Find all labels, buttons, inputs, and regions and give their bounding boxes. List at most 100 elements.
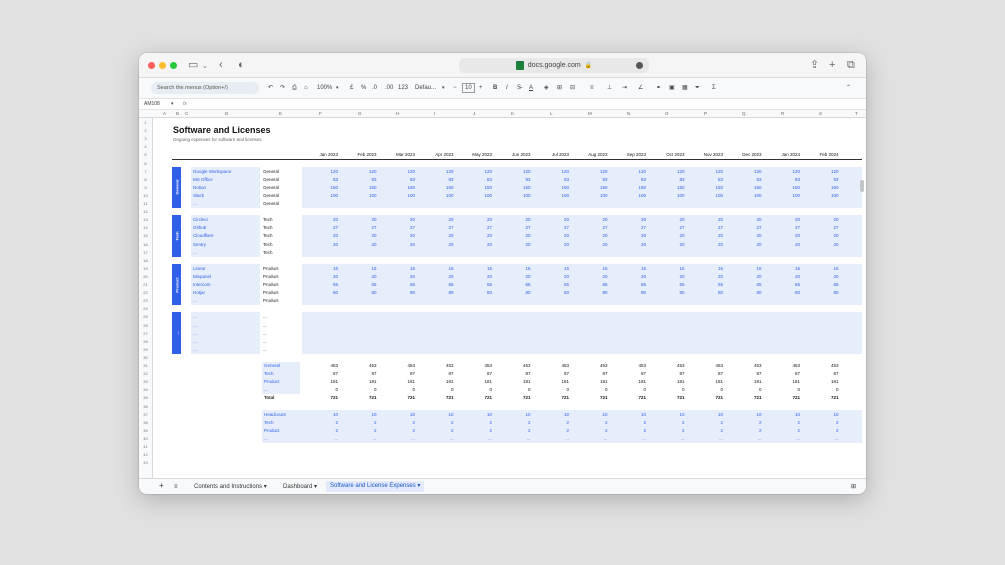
maximize-window-button[interactable] — [170, 62, 177, 69]
percent-button[interactable]: % — [361, 84, 366, 92]
summary-value[interactable]: 0 — [738, 387, 762, 393]
software-name[interactable]: Slack — [193, 193, 204, 199]
headcount-value[interactable]: 10 — [584, 412, 607, 418]
summary-value[interactable]: 0 — [622, 387, 646, 393]
headcount-value[interactable]: 2 — [545, 428, 569, 434]
headcount-value[interactable]: 2 — [507, 420, 531, 426]
summary-value[interactable]: 87 — [353, 371, 376, 377]
monthly-cost[interactable]: 16 — [815, 266, 838, 272]
monthly-cost[interactable]: 150 — [622, 185, 646, 191]
category[interactable]: General — [263, 193, 279, 199]
summary-value[interactable]: 453 — [507, 363, 531, 369]
headcount-value[interactable]: 2 — [391, 420, 415, 426]
summary-value[interactable]: 721 — [776, 395, 800, 401]
monthly-cost[interactable]: 20 — [815, 242, 838, 248]
column-header-j[interactable]: J — [473, 111, 475, 116]
monthly-cost[interactable]: 20 — [738, 274, 761, 280]
row-header[interactable]: 19 — [139, 266, 152, 271]
monthly-cost[interactable]: 16 — [738, 266, 761, 272]
monthly-cost[interactable]: 80 — [507, 290, 530, 296]
monthly-cost[interactable]: 20 — [545, 274, 569, 280]
row-header[interactable]: 22 — [139, 290, 152, 295]
summary-value[interactable]: 453 — [314, 363, 338, 369]
summary-value[interactable]: 87 — [468, 371, 492, 377]
insert-link-icon[interactable]: ⚭ — [656, 84, 661, 92]
monthly-cost[interactable]: 20 — [699, 274, 723, 280]
row-header[interactable]: 37 — [139, 412, 152, 417]
row-header[interactable]: 4 — [139, 144, 152, 149]
column-header-r[interactable]: R — [781, 111, 784, 116]
share-icon[interactable]: ⇪ — [810, 59, 819, 71]
headcount-value[interactable]: ... — [699, 436, 723, 442]
monthly-cost[interactable]: 20 — [507, 233, 530, 239]
monthly-cost[interactable]: 20 — [815, 233, 838, 239]
more-options-icon[interactable] — [636, 62, 643, 69]
summary-value[interactable]: 453 — [699, 363, 723, 369]
monthly-cost[interactable]: 27 — [738, 225, 761, 231]
summary-value[interactable]: 0 — [699, 387, 723, 393]
monthly-cost[interactable]: 150 — [468, 185, 492, 191]
category[interactable]: Tech — [263, 242, 273, 248]
row-header[interactable]: 24 — [139, 306, 152, 311]
column-header-d[interactable]: D — [225, 111, 228, 116]
monthly-cost[interactable]: 100 — [622, 193, 646, 199]
category[interactable]: ... — [263, 323, 267, 329]
headcount-value[interactable]: ... — [507, 436, 531, 442]
headcount-label[interactable]: Product — [264, 428, 280, 434]
tabs-overview-icon[interactable]: ⧉ — [847, 59, 855, 71]
column-header-k[interactable]: K — [511, 111, 514, 116]
monthly-cost[interactable]: 65 — [545, 282, 569, 288]
headcount-value[interactable]: 2 — [468, 428, 492, 434]
software-name[interactable]: ... — [193, 201, 197, 207]
monthly-cost[interactable]: 20 — [314, 242, 338, 248]
row-header[interactable]: 27 — [139, 331, 152, 336]
monthly-cost[interactable]: 27 — [430, 225, 453, 231]
monthly-cost[interactable]: 27 — [468, 225, 492, 231]
row-header[interactable]: 14 — [139, 225, 152, 230]
monthly-cost[interactable]: 65 — [353, 282, 376, 288]
monthly-cost[interactable]: 20 — [314, 217, 338, 223]
monthly-cost[interactable]: 20 — [391, 217, 415, 223]
monthly-cost[interactable]: 20 — [776, 233, 800, 239]
row-header[interactable]: 17 — [139, 250, 152, 255]
column-header-i[interactable]: I — [434, 111, 435, 116]
software-name[interactable]: Sentry — [193, 242, 206, 248]
monthly-cost[interactable]: 27 — [353, 225, 376, 231]
monthly-cost[interactable]: 16 — [545, 266, 569, 272]
monthly-cost[interactable]: 83 — [699, 177, 723, 183]
software-name[interactable]: ... — [193, 323, 197, 329]
headcount-value[interactable]: 2 — [584, 420, 608, 426]
summary-label[interactable]: Total — [264, 395, 274, 401]
software-name[interactable]: Intercom — [193, 282, 211, 288]
monthly-cost[interactable]: 80 — [584, 290, 607, 296]
row-header[interactable]: 34 — [139, 387, 152, 392]
chevron-down-icon[interactable]: ▾ — [171, 101, 174, 107]
monthly-cost[interactable]: 20 — [738, 233, 761, 239]
row-header[interactable]: 6 — [139, 161, 152, 166]
summary-label[interactable]: Product — [264, 379, 280, 385]
headcount-value[interactable]: ... — [353, 436, 377, 442]
summary-value[interactable]: 453 — [545, 363, 569, 369]
monthly-cost[interactable]: 80 — [699, 290, 723, 296]
headcount-value[interactable]: 2 — [353, 428, 377, 434]
headcount-value[interactable]: 2 — [738, 420, 762, 426]
row-header[interactable]: 36 — [139, 404, 152, 409]
headcount-value[interactable]: 2 — [391, 428, 415, 434]
monthly-cost[interactable]: 65 — [815, 282, 838, 288]
monthly-cost[interactable]: 65 — [738, 282, 761, 288]
monthly-cost[interactable]: 20 — [738, 217, 761, 223]
monthly-cost[interactable]: 100 — [661, 193, 685, 199]
monthly-cost[interactable]: 16 — [584, 266, 607, 272]
headcount-value[interactable]: 2 — [468, 420, 492, 426]
insert-comment-icon[interactable]: ▣ — [669, 84, 675, 92]
decrease-decimal-icon[interactable]: .0 — [372, 84, 377, 92]
headcount-value[interactable]: 2 — [622, 428, 646, 434]
summary-value[interactable]: 181 — [584, 379, 608, 385]
monthly-cost[interactable]: 20 — [545, 242, 569, 248]
monthly-cost[interactable]: 65 — [699, 282, 723, 288]
summary-value[interactable]: 721 — [391, 395, 415, 401]
summary-value[interactable]: 87 — [430, 371, 453, 377]
fill-color-icon[interactable]: ◈ — [544, 84, 549, 92]
monthly-cost[interactable]: 150 — [776, 185, 800, 191]
monthly-cost[interactable]: 20 — [776, 242, 800, 248]
